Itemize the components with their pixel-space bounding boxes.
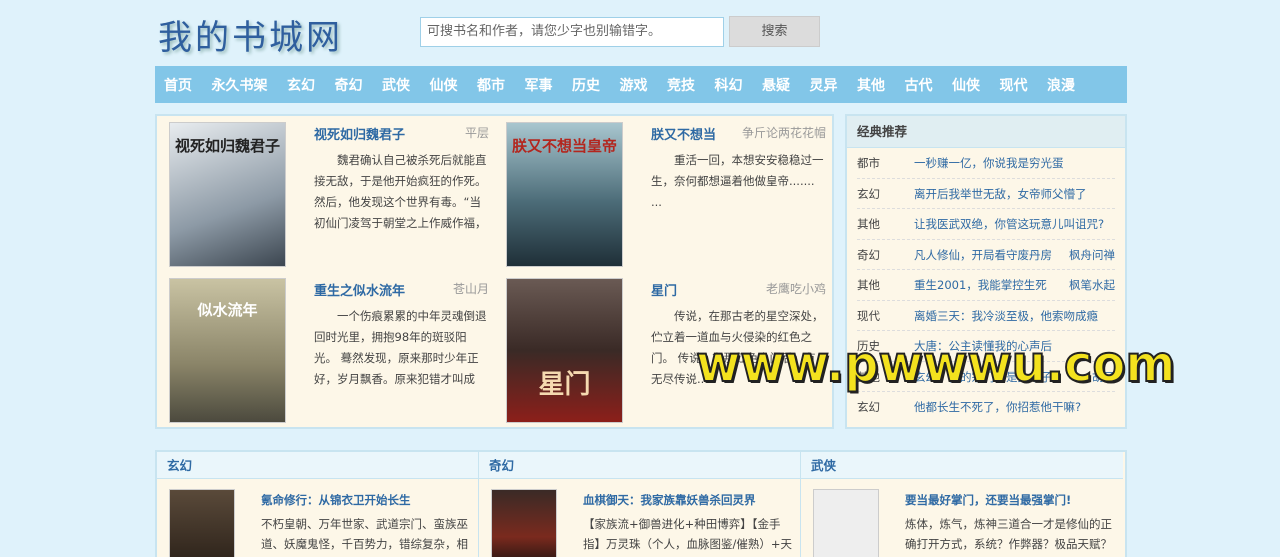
category-column: 玄幻 氪命修行：从锦衣卫开始长生 不朽皇朝、万年世家、武道宗门、蛮族巫道、妖魔鬼… [157,452,479,557]
book-title[interactable]: 重生之似水流年 [314,280,405,299]
search-input[interactable]: 可搜书名和作者，请您少字也别输错字。 [420,17,724,47]
recommend-item: 玄幻 离开后我举世无敌，女帝师父懵了 [857,179,1115,209]
recommend-item: 奇幻 凡人修仙，开局看守废丹房 枫舟问禅 [857,240,1115,270]
book-cover[interactable] [491,489,557,557]
recommend-item: 其他 重生2001，我能掌控生死 枫笔水起 [857,270,1115,301]
cover-title: 星门 [538,370,591,400]
rec-title[interactable]: 让我医武双绝，你管这玩意儿叫诅咒? [914,209,1104,239]
rec-author[interactable]: 枫笔水起 [1069,270,1115,300]
book-title[interactable]: 星门 [651,280,677,299]
nav-item[interactable]: 古代 [905,75,933,95]
book-desc: 魏君确认自己被杀死后就能直接无敌，于是他开始疯狂的作死。然后，他发现这个世界有毒… [314,153,487,230]
nav-item[interactable]: 都市 [477,75,505,95]
featured-book: 朕又不想当皇帝 朕又不想当 争斤论两花花帽 重活一回，本想安安稳稳过一生，奈何都… [506,122,826,267]
nav-item[interactable]: 其他 [857,75,885,95]
category-heading[interactable]: 玄幻 [157,452,478,479]
recommend-heading: 经典推荐 [847,116,1125,148]
rec-category: 玄幻 [857,400,880,414]
book-title[interactable]: 朕又不想当 [651,124,716,143]
site-logo[interactable]: 我的书城网 [158,10,343,59]
book-cover[interactable]: 似水流年 [169,278,286,423]
featured-book: 似水流年 重生之似水流年 苍山月 一个伤痕累累的中年灵魂倒退回时光里，拥抱98年… [169,278,489,423]
cover-title: 朕又不想当皇帝 [511,137,617,155]
rec-title[interactable]: 重生2001，我能掌控生死 [914,270,1047,300]
nav-item[interactable]: 浪漫 [1047,75,1075,95]
book-cover[interactable]: 视死如归魏君子 [169,122,286,267]
category-sections: 玄幻 氪命修行：从锦衣卫开始长生 不朽皇朝、万年世家、武道宗门、蛮族巫道、妖魔鬼… [155,450,1127,557]
rec-title[interactable]: 凡人修仙，开局看守废丹房 [914,240,1052,270]
nav-item[interactable]: 玄幻 [287,75,315,95]
rec-category: 其他 [857,278,880,292]
book-desc: 一个伤痕累累的中年灵魂倒退回时光里，拥抱98年的斑驳阳光。 蓦然发现，原来那时少… [314,309,487,386]
nav-item[interactable]: 奇幻 [335,75,363,95]
rec-title[interactable]: 他都长生不死了，你招惹他干嘛? [914,392,1081,422]
rec-category: 玄幻 [857,186,880,201]
nav-item[interactable]: 悬疑 [762,75,790,95]
book-title[interactable]: 血棋御天：我家族靠妖兽杀回灵界 [583,492,756,508]
nav-item[interactable]: 首页 [164,75,192,95]
header: 我的书城网 可搜书名和作者，请您少字也别输错字。 搜索 [155,0,1127,62]
nav-item[interactable]: 灵异 [810,75,838,95]
watermark-text: www.pwwwu.com [695,334,1176,394]
recommend-item: 玄幻 他都长生不死了，你招惹他干嘛? [857,392,1115,423]
book-cover[interactable] [813,489,879,557]
book-title[interactable]: 视死如归魏君子 [314,124,405,143]
rec-category: 都市 [857,156,880,170]
recommend-item: 都市 一秒赚一亿，你说我是穷光蛋 [857,148,1115,179]
rec-title[interactable]: 一秒赚一亿，你说我是穷光蛋 [914,148,1064,178]
nav-item[interactable]: 历史 [572,75,600,95]
nav-item[interactable]: 军事 [525,75,553,95]
category-column: 武侠 要当最好掌门，还要当最强掌门! 炼体，炼气，炼神三道合一才是修仙的正确打开… [801,452,1123,557]
book-desc: 炼体，炼气，炼神三道合一才是修仙的正确打开方式，系统？作弊器？极品天赋？我觉话人… [905,517,1112,551]
cover-title: 视死如归魏君子 [174,137,280,155]
category-column: 奇幻 血棋御天：我家族靠妖兽杀回灵界 【家族流+御兽进化+种田博弈】【金手指】万… [479,452,801,557]
nav-item[interactable]: 竞技 [667,75,695,95]
rec-title[interactable]: 离婚三天：我冷淡至极，他索吻成瘾 [914,301,1098,331]
cover-title: 似水流年 [197,301,258,319]
rec-category: 现代 [857,308,880,323]
featured-book: 视死如归魏君子 视死如归魏君子 平层 魏君确认自己被杀死后就能直接无敌，于是他开… [169,122,489,267]
book-cover[interactable]: 星门 [506,278,623,423]
book-title[interactable]: 氪命修行：从锦衣卫开始长生 [261,492,411,508]
nav-item[interactable]: 武侠 [382,75,410,95]
book-desc: 重活一回，本想安安稳稳过一生，奈何都想逼着他做皇帝....... ... [651,153,824,209]
search-button[interactable]: 搜索 [729,16,820,47]
rec-category: 其他 [857,217,880,231]
book-desc: 不朽皇朝、万年世家、武道宗门、蛮族巫道、妖魔鬼怪，千百势力，错综复杂，相互纠缠！… [261,517,468,551]
book-author[interactable]: 平层 [465,124,489,141]
book-title[interactable]: 要当最好掌门，还要当最强掌门! [905,492,1071,508]
book-author[interactable]: 老鹰吃小鸡 [766,280,826,297]
book-author[interactable]: 苍山月 [453,280,489,297]
book-author[interactable]: 争斤论两花花帽 [742,124,826,141]
rec-category: 奇幻 [857,247,880,262]
category-heading[interactable]: 武侠 [801,452,1123,479]
book-cover[interactable] [169,489,235,557]
nav-item[interactable]: 现代 [1000,75,1028,95]
nav-item[interactable]: 科幻 [715,75,743,95]
book-desc: 【家族流+御兽进化+种田博弈】【金手指】万灵珠（个人，血脉图鉴/催熟）+天元棋盘… [583,517,793,551]
nav-item[interactable]: 仙侠 [952,75,980,95]
nav-item[interactable]: 游戏 [620,75,648,95]
rec-title[interactable]: 离开后我举世无敌，女帝师父懵了 [914,179,1087,209]
recommend-item: 其他 让我医武双绝，你管这玩意儿叫诅咒? [857,209,1115,240]
nav-item[interactable]: 永久书架 [212,75,268,95]
recommend-item: 现代 离婚三天：我冷淡至极，他索吻成瘾 [857,301,1115,331]
book-cover[interactable]: 朕又不想当皇帝 [506,122,623,267]
category-heading[interactable]: 奇幻 [479,452,800,479]
nav-item[interactable]: 仙侠 [430,75,458,95]
rec-author[interactable]: 枫舟问禅 [1069,240,1115,270]
main-nav: 首页 永久书架 玄幻 奇幻 武侠 仙侠 都市 军事 历史 游戏 竞技 科幻 悬疑… [155,66,1127,103]
